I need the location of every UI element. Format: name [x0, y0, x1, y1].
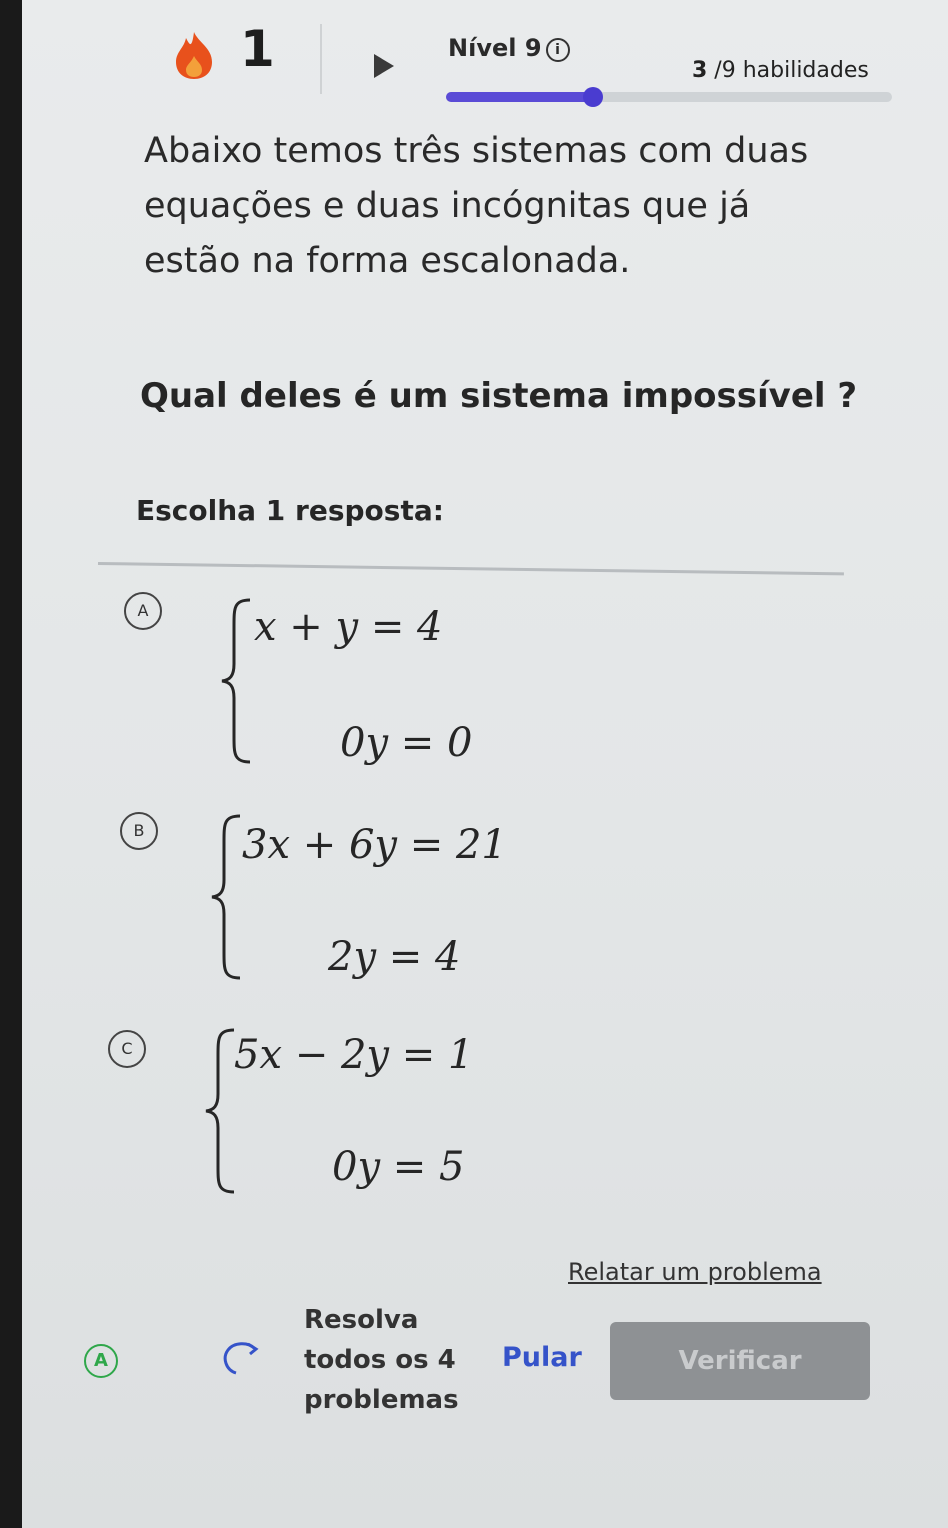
level-progress-bar	[446, 87, 892, 107]
choice-b-equation-1: 3x + 6y = 21	[242, 822, 507, 868]
choice-a-equation-2: 0y = 0	[340, 720, 473, 766]
choice-a[interactable]: A x + y = 4 0y = 0	[22, 586, 722, 776]
level-progress-fill	[446, 92, 594, 102]
restart-icon[interactable]	[218, 1340, 262, 1376]
choice-b-badge: B	[120, 812, 158, 850]
top-bar: 1 Nível 9i 3 /9 habilidades	[22, 0, 948, 130]
exercise-screen: 1 Nível 9i 3 /9 habilidades Abaixo temos…	[22, 0, 948, 1528]
choice-c-badge: C	[108, 1030, 146, 1068]
verify-button[interactable]: Verificar	[610, 1322, 870, 1400]
choice-a-equation-1: x + y = 4	[254, 604, 443, 650]
skills-done: 3	[692, 58, 708, 83]
solve-line-2: todos os 4	[304, 1345, 456, 1375]
choice-b[interactable]: B 3x + 6y = 21 2y = 4	[22, 800, 722, 990]
level-progress-marker	[583, 87, 604, 107]
level-label: Nível 9i	[448, 34, 570, 62]
choice-a-badge: A	[124, 592, 162, 630]
choose-label: Escolha 1 resposta:	[136, 494, 444, 527]
play-icon[interactable]	[374, 54, 394, 78]
skills-total-text: /9 habilidades	[707, 58, 869, 83]
question-text: Qual deles é um sistema impossível ?	[140, 376, 858, 416]
flame-icon	[176, 32, 212, 79]
bottom-bar: A Resolva todos os 4 problemas Pular Ver…	[22, 1290, 948, 1430]
info-icon[interactable]: i	[545, 38, 570, 62]
solve-line-3: problemas	[304, 1385, 459, 1415]
hint-icon[interactable]: A	[84, 1344, 118, 1378]
choice-b-equation-2: 2y = 4	[328, 934, 461, 980]
choice-c[interactable]: C 5x − 2y = 1 0y = 5	[22, 1010, 722, 1200]
brace-icon	[221, 598, 251, 764]
skip-button[interactable]: Pular	[502, 1342, 582, 1373]
choices-divider	[97, 562, 844, 576]
solve-all-label: Resolva todos os 4 problemas	[304, 1300, 459, 1420]
choice-c-equation-2: 0y = 5	[332, 1144, 465, 1190]
report-problem-link[interactable]: Relatar um problema	[568, 1258, 822, 1286]
skills-counter: 3 /9 habilidades	[692, 58, 869, 83]
solve-line-1: Resolva	[304, 1305, 419, 1335]
choice-c-equation-1: 5x − 2y = 1	[234, 1032, 474, 1078]
question-prompt: Abaixo temos três sistemas com duas equa…	[144, 131, 809, 281]
level-text: Nível 9	[448, 34, 542, 62]
streak-count: 1	[240, 20, 275, 78]
header-divider	[320, 24, 322, 94]
